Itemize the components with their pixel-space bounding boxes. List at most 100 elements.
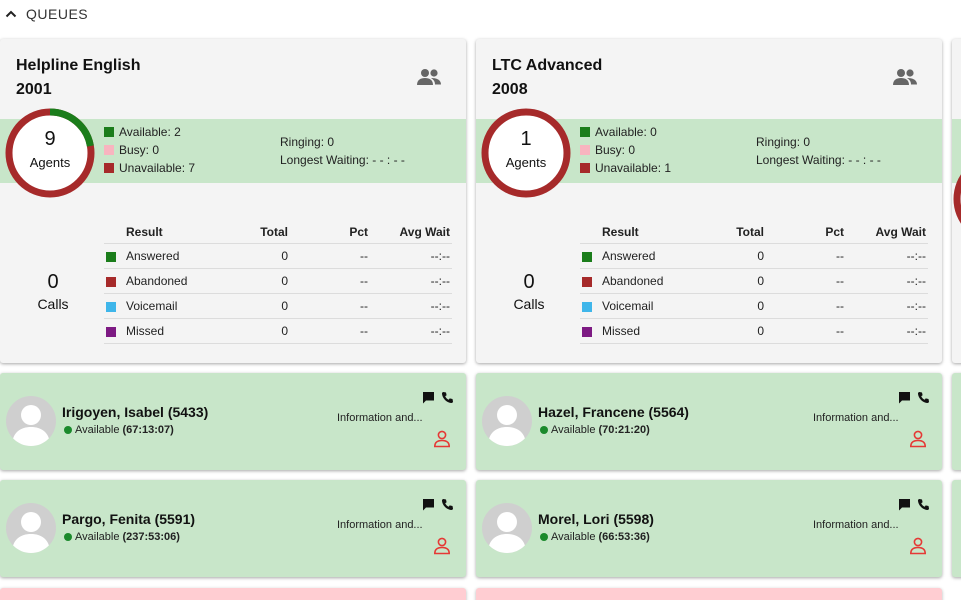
- answered-swatch: [582, 252, 592, 262]
- person-outline-icon[interactable]: [909, 537, 927, 555]
- agent-card[interactable]: Hazel, Francene (5564) Available (70:21:…: [476, 373, 942, 470]
- queue-card[interactable]: Helpline English 2001 9 Agents Available…: [0, 39, 466, 363]
- calls-count: 0: [523, 271, 535, 293]
- agent-name: Morel, Lori (5598): [538, 511, 654, 527]
- table-row: Voicemail 0 -- --:--: [580, 294, 928, 319]
- chat-icon[interactable]: [422, 391, 435, 404]
- status-duration: (66:53:36): [598, 531, 650, 543]
- agent-info[interactable]: Information and...: [813, 519, 899, 531]
- queue-name: LTC Advanced: [492, 57, 603, 74]
- ringing-count: Ringing: 0: [756, 135, 811, 149]
- status-dot-icon: [540, 533, 548, 541]
- busy-label: Busy: 0: [119, 143, 160, 157]
- agents-count: 9: [44, 128, 56, 150]
- row-total: 0: [281, 299, 288, 313]
- col-avg-wait: Avg Wait: [399, 225, 450, 239]
- results-table: Result Total Pct Avg Wait Answered 0 -- …: [104, 222, 452, 344]
- status-duration: (70:21:20): [598, 424, 650, 436]
- col-result: Result: [602, 225, 639, 239]
- col-result: Result: [126, 225, 163, 239]
- phone-icon[interactable]: [441, 391, 454, 404]
- row-total: 0: [757, 249, 764, 263]
- row-result: Voicemail: [126, 299, 178, 313]
- row-pct: --: [360, 299, 368, 313]
- row-pct: --: [360, 274, 368, 288]
- col-total: Total: [736, 225, 764, 239]
- answered-swatch: [106, 252, 116, 262]
- col-avg-wait: Avg Wait: [875, 225, 926, 239]
- row-result: Missed: [126, 324, 165, 338]
- longest-waiting: Longest Waiting: - - : - -: [280, 153, 405, 167]
- user-silhouette-icon: [488, 512, 526, 553]
- row-result: Missed: [602, 324, 641, 338]
- chat-icon[interactable]: [898, 498, 911, 511]
- agent-status: Available (67:13:07): [64, 424, 174, 436]
- status-dot-icon: [540, 426, 548, 434]
- missed-swatch: [582, 327, 592, 337]
- agent-status: Available (70:21:20): [540, 424, 650, 436]
- row-avg-wait: --:--: [430, 249, 450, 263]
- row-total: 0: [281, 274, 288, 288]
- phone-icon[interactable]: [441, 498, 454, 511]
- agent-info[interactable]: Information and...: [337, 412, 423, 424]
- agent-card-partial[interactable]: [952, 480, 961, 577]
- row-pct: --: [360, 324, 368, 338]
- queue-card-partial[interactable]: [952, 39, 961, 363]
- row-avg-wait: --:--: [906, 249, 926, 263]
- person-outline-icon[interactable]: [433, 430, 451, 448]
- available-label: Available: 0: [595, 125, 657, 139]
- agent-name: Pargo, Fenita (5591): [62, 511, 196, 527]
- phone-icon[interactable]: [917, 498, 930, 511]
- row-result: Voicemail: [602, 299, 654, 313]
- chevron-up-icon[interactable]: [3, 6, 19, 22]
- status-text: Available: [75, 531, 120, 543]
- agent-card[interactable]: Pargo, Fenita (5591) Available (237:53:0…: [0, 480, 466, 577]
- missed-swatch: [106, 327, 116, 337]
- agent-card-unavailable[interactable]: [0, 588, 466, 600]
- row-avg-wait: --:--: [906, 274, 926, 288]
- longest-waiting: Longest Waiting: - - : - -: [756, 153, 881, 167]
- agent-card[interactable]: Irigoyen, Isabel (5433) Available (67:13…: [0, 373, 466, 470]
- person-outline-icon[interactable]: [433, 537, 451, 555]
- legend-available: Available: 2: [104, 125, 181, 139]
- agents-count: 1: [520, 128, 532, 150]
- agent-status: Available (66:53:36): [540, 531, 650, 543]
- user-silhouette-icon: [12, 405, 50, 446]
- agent-name: Irigoyen, Isabel (5433): [62, 404, 209, 420]
- voicemail-swatch: [582, 302, 592, 312]
- queues-section-header[interactable]: QUEUES: [0, 0, 961, 28]
- user-silhouette-icon: [488, 405, 526, 446]
- group-icon[interactable]: [416, 67, 442, 87]
- agent-card-partial[interactable]: [952, 373, 961, 470]
- agent-info[interactable]: Information and...: [813, 412, 899, 424]
- row-total: 0: [281, 324, 288, 338]
- legend-busy: Busy: 0: [580, 143, 635, 157]
- group-icon[interactable]: [892, 67, 918, 87]
- agent-card[interactable]: Morel, Lori (5598) Available (66:53:36) …: [476, 480, 942, 577]
- phone-icon[interactable]: [917, 391, 930, 404]
- unavailable-swatch: [104, 163, 114, 173]
- status-dot-icon: [64, 426, 72, 434]
- row-result: Abandoned: [602, 274, 664, 288]
- results-table: Result Total Pct Avg Wait Answered 0 -- …: [580, 222, 928, 344]
- table-row: Abandoned 0 -- --:--: [580, 269, 928, 294]
- table-row: Answered 0 -- --:--: [104, 244, 452, 269]
- agent-card-unavailable[interactable]: [476, 588, 942, 600]
- legend-unavailable: Unavailable: 7: [104, 161, 195, 175]
- table-row: Answered 0 -- --:--: [580, 244, 928, 269]
- queue-card[interactable]: LTC Advanced 2008 1 Agents Available: 0 …: [476, 39, 942, 363]
- available-swatch: [580, 127, 590, 137]
- chat-icon[interactable]: [422, 498, 435, 511]
- unavailable-label: Unavailable: 1: [595, 161, 672, 175]
- row-total: 0: [281, 249, 288, 263]
- status-text: Available: [551, 424, 596, 436]
- agent-status: Available (237:53:06): [64, 531, 180, 543]
- chat-icon[interactable]: [898, 391, 911, 404]
- person-outline-icon[interactable]: [909, 430, 927, 448]
- row-total: 0: [757, 299, 764, 313]
- agent-info[interactable]: Information and...: [337, 519, 423, 531]
- table-row: Voicemail 0 -- --:--: [104, 294, 452, 319]
- col-pct: Pct: [349, 225, 368, 239]
- table-row: Missed 0 -- --:--: [104, 319, 452, 344]
- row-pct: --: [836, 274, 844, 288]
